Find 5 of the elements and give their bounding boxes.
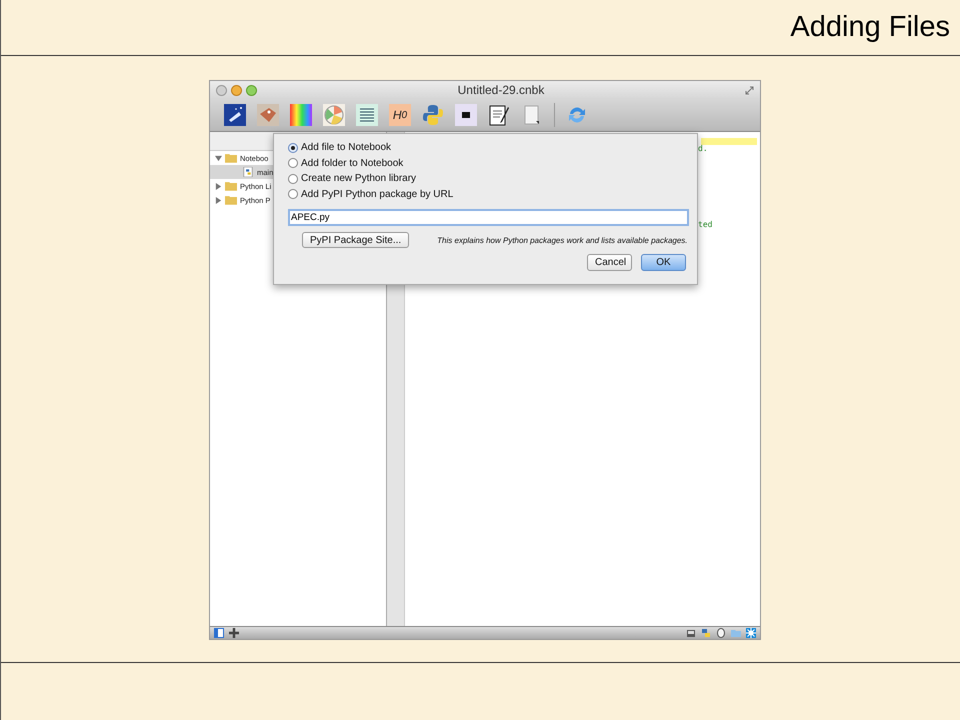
slide-title: Adding Files (790, 11, 950, 44)
code-text: ted (698, 220, 712, 229)
help-text: This explains how Python packages work and lists available packages. (437, 236, 688, 244)
window-title: Untitled-29.cnbk (456, 83, 546, 97)
code-text: d. (698, 144, 708, 153)
